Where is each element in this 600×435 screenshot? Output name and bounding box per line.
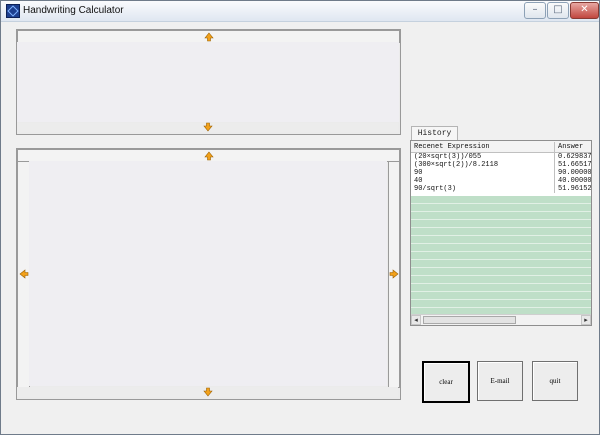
column-header-answer[interactable]: Answer: [554, 142, 591, 152]
close-button[interactable]: ✕: [570, 2, 599, 19]
history-expression: 90/sqrt(3): [414, 185, 457, 193]
up-arrow-icon[interactable]: [204, 151, 214, 161]
history-row[interactable]: 90 90.000000: [411, 169, 591, 177]
history-row[interactable]: (300×sqrt(2))/8.2118 51.665173: [411, 161, 591, 169]
history-list: Recenet Expression Answer (20×sqrt(3))/0…: [410, 140, 592, 326]
scroll-right-icon[interactable]: ▸: [581, 315, 591, 325]
column-header-expression[interactable]: Recenet Expression: [411, 142, 553, 152]
email-button[interactable]: E-mail: [477, 361, 523, 401]
down-arrow-icon[interactable]: [203, 122, 213, 132]
history-answer: 51.961524: [554, 185, 591, 193]
down-arrow-icon[interactable]: [203, 387, 213, 397]
handwriting-canvas[interactable]: [29, 161, 387, 386]
result-pane-bottom-bar: [17, 122, 398, 132]
history-answer: 51.665173: [554, 161, 591, 169]
result-display: [17, 42, 399, 122]
history-answer: 0.629837: [554, 153, 591, 161]
history-row[interactable]: 40 40.000000: [411, 177, 591, 185]
tab-history[interactable]: History: [411, 126, 458, 141]
quit-button[interactable]: quit: [532, 361, 578, 401]
history-expression: (300×sqrt(2))/8.2118: [414, 161, 499, 169]
writing-pane: [16, 148, 401, 400]
writing-pane-right-bar: [388, 161, 400, 388]
app-icon: [6, 4, 20, 18]
history-empty-rows: [411, 196, 591, 314]
history-horizontal-scrollbar[interactable]: ◂ ▸: [411, 314, 591, 325]
history-row[interactable]: (20×sqrt(3))/055 0.629837: [411, 153, 591, 161]
history-header: Recenet Expression Answer: [411, 141, 591, 153]
writing-pane-bottom-bar: [17, 387, 398, 397]
history-answer: 90.000000: [554, 169, 591, 177]
history-expression: 90: [414, 169, 423, 177]
window-title: Handwriting Calculator: [23, 5, 124, 16]
result-pane: [16, 29, 401, 135]
up-arrow-icon[interactable]: [204, 32, 214, 42]
left-arrow-icon[interactable]: [19, 269, 29, 279]
history-answer: 40.000000: [554, 177, 591, 185]
history-row[interactable]: 90/sqrt(3) 51.961524: [411, 185, 591, 193]
minimize-button[interactable]: –: [524, 2, 546, 19]
app-window: Handwriting Calculator – □ ✕ History Rec…: [0, 0, 600, 435]
scroll-left-icon[interactable]: ◂: [411, 315, 421, 325]
clear-button[interactable]: clear: [422, 361, 470, 403]
title-bar: Handwriting Calculator – □ ✕: [1, 1, 599, 22]
history-expression: (20×sqrt(3))/055: [414, 153, 482, 161]
right-arrow-icon[interactable]: [389, 269, 399, 279]
scroll-thumb[interactable]: [423, 316, 516, 324]
history-expression: 40: [414, 177, 423, 185]
maximize-button[interactable]: □: [547, 2, 569, 19]
